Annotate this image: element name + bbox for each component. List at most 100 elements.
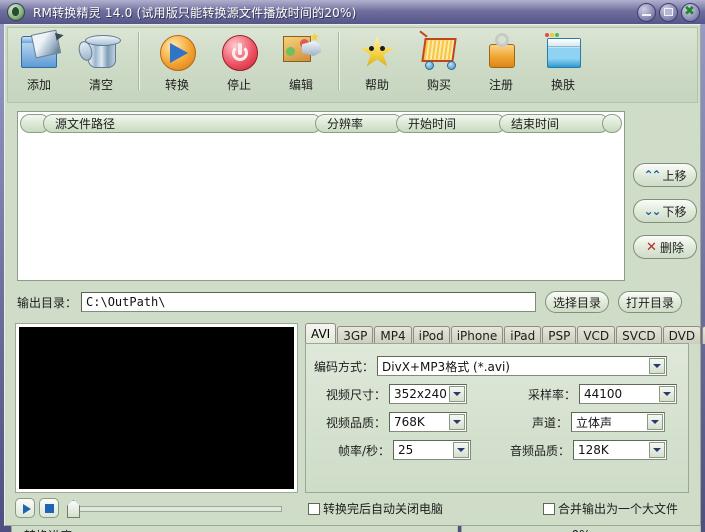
video-size-label: 视频尺寸： xyxy=(326,386,386,403)
merge-output-checkbox-row[interactable]: 合并输出为一个大文件 xyxy=(543,500,678,517)
toolbar-button-buy[interactable]: 购买 xyxy=(408,28,470,100)
format-tab-bar: AVI 3GP MP4 iPod iPhone iPad PSP VCD SVC… xyxy=(305,323,689,344)
encode-method-select[interactable]: DivX+MP3格式 (*.avi) xyxy=(377,356,667,376)
toolbar-label-register: 注册 xyxy=(489,76,513,93)
frame-rate-select[interactable]: 25 xyxy=(393,440,471,460)
auto-shutdown-checkbox[interactable] xyxy=(308,503,320,515)
chevron-double-up-icon: ⌃⌃ xyxy=(643,169,659,181)
video-size-select[interactable]: 352x240 xyxy=(389,384,467,404)
toolbar-button-clear[interactable]: 清空 xyxy=(70,28,132,100)
toolbar-button-help[interactable]: 帮助 xyxy=(346,28,408,100)
toolbar-label-stop: 停止 xyxy=(227,76,251,93)
delete-label: 删除 xyxy=(660,239,684,256)
encode-method-row: 编码方式： DivX+MP3格式 (*.avi) xyxy=(314,356,667,376)
tab-dvd[interactable]: DVD xyxy=(663,326,701,344)
edit-picture-icon: ★ xyxy=(281,32,321,72)
tab-svcd[interactable]: SVCD xyxy=(616,326,661,344)
preview-stop-button[interactable] xyxy=(39,498,59,518)
frame-rate-label: 帧率/秒： xyxy=(338,442,390,459)
audio-quality-label: 音频品质： xyxy=(510,442,570,459)
format-settings-panel: AVI 3GP MP4 iPod iPhone iPad PSP VCD SVC… xyxy=(305,323,689,493)
shopping-cart-icon xyxy=(419,32,459,72)
chevron-down-icon[interactable] xyxy=(649,442,665,458)
move-up-button[interactable]: ⌃⌃ 上移 xyxy=(633,163,697,187)
sample-rate-label: 采样率： xyxy=(528,386,576,403)
column-header-end-time[interactable]: 结束时间 xyxy=(499,114,609,133)
column-header-source-path[interactable]: 源文件路径 xyxy=(43,114,322,133)
select-directory-button[interactable]: 选择目录 xyxy=(545,291,609,313)
title-bar: RM转换精灵 14.0 (试用版只能转换源文件播放时间的20%) ✖ xyxy=(0,0,705,24)
video-preview-surface[interactable] xyxy=(19,327,294,489)
toolbar-label-skin: 换肤 xyxy=(551,76,575,93)
column-header-resolution[interactable]: 分辨率 xyxy=(315,114,403,133)
sample-rate-row: 采样率： 44100 xyxy=(528,384,677,404)
tab-iphone[interactable]: iPhone xyxy=(451,326,504,344)
toolbar-label-add: 添加 xyxy=(27,76,51,93)
client-area: 添加 清空 转换 停止 xyxy=(4,24,701,526)
sample-rate-value: 44100 xyxy=(584,387,622,401)
toolbar-label-clear: 清空 xyxy=(89,76,113,93)
merge-output-checkbox[interactable] xyxy=(543,503,555,515)
window-controls: ✖ xyxy=(637,3,700,22)
toolbar-button-register[interactable]: 注册 xyxy=(470,28,532,100)
chevron-down-icon[interactable] xyxy=(647,414,663,430)
merge-output-label: 合并输出为一个大文件 xyxy=(558,500,678,517)
chevron-down-icon[interactable] xyxy=(449,414,465,430)
chevron-double-down-icon: ⌄⌄ xyxy=(643,205,659,217)
toolbar-label-buy: 购买 xyxy=(427,76,451,93)
chevron-down-icon[interactable] xyxy=(453,442,469,458)
auto-shutdown-label: 转换完后自动关闭电脑 xyxy=(323,500,443,517)
move-down-button[interactable]: ⌄⌄ 下移 xyxy=(633,199,697,223)
tab-3gp[interactable]: 3GP xyxy=(337,326,373,344)
play-convert-icon xyxy=(157,32,197,72)
chevron-down-icon[interactable] xyxy=(449,386,465,402)
chevron-down-icon[interactable] xyxy=(659,386,675,402)
main-toolbar: 添加 清空 转换 停止 xyxy=(7,27,698,103)
star-help-icon xyxy=(357,32,397,72)
audio-quality-select[interactable]: 128K xyxy=(573,440,667,460)
lock-register-icon xyxy=(481,32,521,72)
file-list-header: 源文件路径 分辨率 开始时间 结束时间 xyxy=(20,114,622,133)
maximize-button[interactable] xyxy=(659,3,678,22)
column-header-tail[interactable] xyxy=(602,114,622,133)
toolbar-button-convert[interactable]: 转换 xyxy=(146,28,208,100)
tab-mp4[interactable]: MP4 xyxy=(374,326,411,344)
delete-button[interactable]: ✕ 删除 xyxy=(633,235,697,259)
tab-ipad[interactable]: iPad xyxy=(504,326,541,344)
output-directory-input[interactable]: C:\OutPath\ xyxy=(81,292,536,312)
tab-vcd[interactable]: VCD xyxy=(577,326,615,344)
open-directory-button[interactable]: 打开目录 xyxy=(618,291,682,313)
tab-ipod[interactable]: iPod xyxy=(413,326,450,344)
tab-avi[interactable]: AVI xyxy=(305,323,336,344)
toolbar-button-edit[interactable]: ★ 编辑 xyxy=(270,28,332,100)
seek-slider-thumb[interactable] xyxy=(67,500,80,518)
audio-quality-value: 128K xyxy=(578,443,609,457)
file-list-body xyxy=(18,112,624,280)
toolbar-button-add[interactable]: 添加 xyxy=(8,28,70,100)
video-quality-label: 视频品质： xyxy=(326,414,386,431)
stop-power-icon xyxy=(219,32,259,72)
column-header-start-time[interactable]: 开始时间 xyxy=(396,114,506,133)
toolbar-button-stop[interactable]: 停止 xyxy=(208,28,270,100)
file-list-panel[interactable]: 源文件路径 分辨率 开始时间 结束时间 xyxy=(17,111,625,281)
move-down-label: 下移 xyxy=(663,203,687,220)
sample-rate-select[interactable]: 44100 xyxy=(579,384,677,404)
window-title: RM转换精灵 14.0 (试用版只能转换源文件播放时间的20%) xyxy=(33,4,356,21)
toolbar-label-help: 帮助 xyxy=(365,76,389,93)
preview-seek-slider[interactable] xyxy=(67,500,282,516)
audio-channel-select[interactable]: 立体声 xyxy=(571,412,665,432)
progress-value-cell: 0% xyxy=(461,525,701,532)
toolbar-label-convert: 转换 xyxy=(165,76,189,93)
preview-play-button[interactable] xyxy=(15,498,35,518)
toolbar-button-skin[interactable]: 换肤 xyxy=(532,28,594,100)
tab-psp[interactable]: PSP xyxy=(542,326,576,344)
close-button[interactable]: ✖ xyxy=(681,3,700,22)
move-up-label: 上移 xyxy=(663,167,687,184)
chevron-down-icon[interactable] xyxy=(649,358,665,374)
video-quality-select[interactable]: 768K xyxy=(389,412,467,432)
status-bar: 转换进度： 0% xyxy=(11,525,701,532)
auto-shutdown-checkbox-row[interactable]: 转换完后自动关闭电脑 xyxy=(308,500,443,517)
transport-controls xyxy=(15,497,300,519)
audio-channel-value: 立体声 xyxy=(576,414,612,431)
minimize-button[interactable] xyxy=(637,3,656,22)
